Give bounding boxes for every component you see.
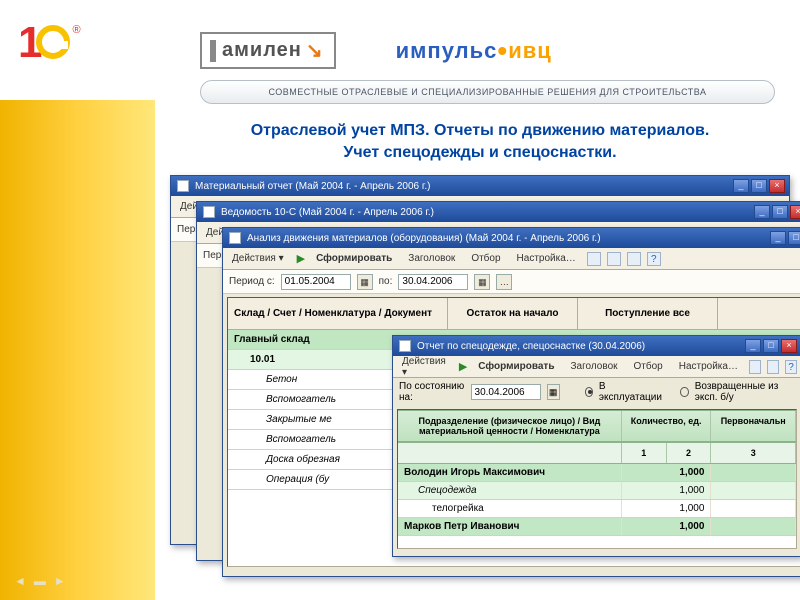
toolbar: Действия ▾ ▶ Сформировать Заголовок Отбо… [393, 356, 800, 378]
titlebar[interactable]: Отчет по спецодежде, спецоснастке (30.04… [393, 336, 800, 356]
report-body: Подразделение (физическое лицо) / Вид ма… [397, 409, 797, 549]
play-icon: ▶ [459, 360, 467, 373]
maximize-button[interactable]: □ [763, 339, 779, 353]
table-row[interactable]: телогрейка1,000 [398, 500, 796, 518]
radio-in-use-label: В эксплуатации [599, 381, 662, 403]
document-icon [399, 340, 411, 352]
window-title: Анализ движения материалов (оборудования… [247, 233, 770, 244]
as-of-date-input[interactable] [471, 384, 541, 400]
document-icon [203, 206, 215, 218]
run-button[interactable]: Сформировать [311, 252, 397, 265]
toolbar-icon[interactable] [767, 360, 779, 374]
toolbar-icon[interactable] [627, 252, 641, 266]
calendar-icon[interactable]: ▦ [547, 384, 560, 400]
settings-button[interactable]: Настройка… [512, 252, 581, 265]
titlebar[interactable]: Ведомость 10-С (Май 2004 г. - Апрель 200… [197, 202, 800, 222]
col-header-nomenclature: Склад / Счет / Номенклатура / Документ [228, 298, 448, 329]
document-icon [177, 180, 189, 192]
actions-menu[interactable]: Действия ▾ [227, 252, 289, 265]
document-icon [229, 232, 241, 244]
titlebar[interactable]: Анализ движения материалов (оборудования… [223, 228, 800, 248]
close-button[interactable]: × [769, 179, 785, 193]
help-icon[interactable]: ? [647, 252, 661, 266]
date-from-input[interactable] [281, 274, 351, 290]
as-of-label: По состоянию на: [399, 381, 465, 403]
nav-prev-icon[interactable]: ◄ [14, 574, 26, 588]
actions-menu[interactable]: Действия ▾ [397, 355, 451, 379]
toolbar-icon[interactable] [607, 252, 621, 266]
maximize-button[interactable]: □ [788, 231, 800, 245]
play-icon: ▶ [297, 252, 305, 265]
table-subheader: 1 2 3 [398, 442, 796, 464]
close-button[interactable]: × [781, 339, 797, 353]
toolbar-icon[interactable] [587, 252, 601, 266]
logo-amilen: амилен↘ [200, 32, 336, 69]
maximize-button[interactable]: □ [772, 205, 788, 219]
col-header-balance: Остаток на начало [448, 298, 578, 329]
date-to-input[interactable] [398, 274, 468, 290]
period-picker-button[interactable]: … [496, 274, 512, 290]
radio-returned[interactable] [680, 387, 688, 397]
filter-button[interactable]: Отбор [629, 360, 668, 373]
table-body: Володин Игорь Максимович1,000Спецодежда1… [398, 464, 796, 536]
partner-logos: амилен↘ импульс•ивц [200, 28, 780, 73]
help-icon[interactable]: ? [785, 360, 797, 374]
calendar-icon[interactable]: ▦ [474, 274, 490, 290]
calendar-icon[interactable]: ▦ [357, 274, 373, 290]
titlebar[interactable]: Материальный отчет (Май 2004 г. - Апрель… [171, 176, 789, 196]
window-spec-clothing-report: Отчет по спецодежде, спецоснастке (30.04… [392, 335, 800, 557]
logo-impuls: импульс•ивц [396, 35, 552, 67]
minimize-button[interactable]: _ [733, 179, 749, 193]
radio-in-use[interactable] [585, 387, 593, 397]
nav-next-icon[interactable]: ► [54, 574, 66, 588]
period-row: Период с: ▦ по: ▦ … [223, 270, 800, 294]
radio-returned-label: Возвращенные из эксп. б/у [695, 381, 795, 403]
filter-row: По состоянию на: ▦ В эксплуатации Возвра… [393, 378, 800, 406]
minimize-button[interactable]: _ [770, 231, 786, 245]
filter-button[interactable]: Отбор [466, 252, 505, 265]
col-header-division: Подразделение (физическое лицо) / Вид ма… [398, 411, 622, 441]
slide-nav: ◄ ▬ ► [14, 574, 66, 588]
logo-1c: 1® [18, 18, 123, 78]
period-from-label: Период с: [229, 276, 275, 287]
toolbar-icon[interactable] [749, 360, 761, 374]
table-row[interactable]: Володин Игорь Максимович1,000 [398, 464, 796, 482]
table-header: Подразделение (физическое лицо) / Вид ма… [398, 410, 796, 442]
subhead-2: 2 [667, 443, 712, 463]
nav-stop-icon[interactable]: ▬ [34, 574, 46, 588]
period-to-label: по: [379, 276, 393, 287]
run-button[interactable]: Сформировать [473, 360, 559, 373]
window-title: Отчет по спецодежде, спецоснастке (30.04… [417, 341, 745, 352]
col-header-qty: Количество, ед. [622, 411, 712, 441]
table-header: Склад / Счет / Номенклатура / Документ О… [228, 298, 800, 330]
subhead-3: 3 [711, 443, 796, 463]
header-button[interactable]: Заголовок [403, 252, 460, 265]
subhead-1: 1 [622, 443, 667, 463]
table-row[interactable]: Марков Петр Иванович1,000 [398, 518, 796, 536]
maximize-button[interactable]: □ [751, 179, 767, 193]
settings-button[interactable]: Настройка… [674, 360, 743, 373]
toolbar: Действия ▾ ▶ Сформировать Заголовок Отбо… [223, 248, 800, 270]
minimize-button[interactable]: _ [745, 339, 761, 353]
slide-title: Отраслевой учет МПЗ. Отчеты по движению … [170, 120, 790, 163]
col-header-initial: Первоначальн [711, 411, 796, 441]
close-button[interactable]: × [790, 205, 800, 219]
window-title: Ведомость 10-С (Май 2004 г. - Апрель 200… [221, 207, 754, 218]
minimize-button[interactable]: _ [754, 205, 770, 219]
header-button[interactable]: Заголовок [565, 360, 622, 373]
table-row[interactable]: Спецодежда1,000 [398, 482, 796, 500]
window-title: Материальный отчет (Май 2004 г. - Апрель… [195, 181, 733, 192]
col-header-inflow: Поступление все [578, 298, 718, 329]
tagline-ribbon: СОВМЕСТНЫЕ ОТРАСЛЕВЫЕ И СПЕЦИАЛИЗИРОВАНН… [200, 80, 775, 104]
